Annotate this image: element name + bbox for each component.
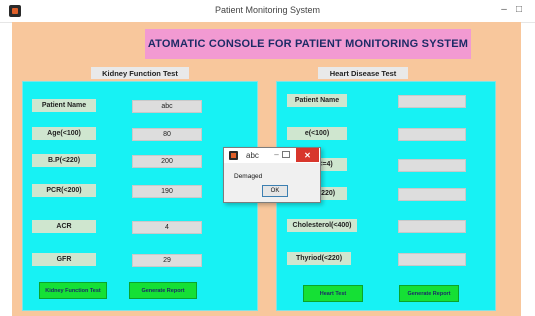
kidney-label-bp: B.P(<220)	[32, 154, 96, 167]
dialog-message: Demaged	[234, 173, 263, 180]
heart-bp-input[interactable]	[398, 188, 466, 201]
kidney-label-patient-name: Patient Name	[32, 99, 96, 112]
heart-label-age: e(<100)	[287, 127, 347, 140]
heart-patient-name-input[interactable]	[398, 95, 466, 108]
window-title: Patient Monitoring System	[214, 5, 321, 15]
heart-pain-input[interactable]	[398, 159, 466, 172]
heart-panel-title: Heart Disease Test	[318, 67, 408, 79]
kidney-gfr-input[interactable]: 29	[132, 254, 202, 267]
minimize-button[interactable]: –	[497, 2, 511, 18]
kidney-label-pcr: PCR(<200)	[32, 184, 96, 197]
heart-label-cholesterol: Cholesterol(<400)	[287, 219, 357, 232]
heart-age-input[interactable]	[398, 128, 466, 141]
page-banner: ATOMATIC CONSOLE FOR PATIENT MONITORING …	[145, 29, 471, 59]
heart-thyriod-input[interactable]	[398, 253, 466, 266]
kidney-generate-report-button[interactable]: Generate Report	[129, 282, 197, 299]
heart-label-thyriod: Thyriod(<220)	[287, 252, 351, 265]
dialog-ok-button[interactable]: OK	[262, 185, 288, 197]
kidney-label-age: Age(<100)	[32, 127, 96, 140]
dialog-title-bar: abc – ✕	[224, 148, 320, 163]
kidney-pcr-input[interactable]: 190	[132, 185, 202, 198]
kidney-function-test-button[interactable]: Kidney Function Test	[39, 282, 107, 299]
dialog-title: abc	[246, 151, 259, 160]
kidney-patient-name-input[interactable]: abc	[132, 100, 202, 113]
kidney-label-gfr: GFR	[32, 253, 96, 266]
kidney-bp-input[interactable]: 200	[132, 155, 202, 168]
kidney-label-acr: ACR	[32, 220, 96, 233]
window-title-bar: Patient Monitoring System – □	[0, 0, 535, 23]
dialog-minimize-button[interactable]: –	[271, 148, 282, 162]
heart-test-button[interactable]: Heart Test	[303, 285, 363, 302]
heart-label-patient-name: Patient Name	[287, 94, 347, 107]
maximize-button[interactable]: □	[512, 2, 526, 18]
kidney-age-input[interactable]: 80	[132, 128, 202, 141]
kidney-acr-input[interactable]: 4	[132, 221, 202, 234]
dialog-close-button[interactable]: ✕	[296, 148, 319, 162]
dialog-maximize-button[interactable]	[282, 151, 290, 158]
kidney-panel-title: Kidney Function Test	[91, 67, 189, 79]
main-canvas: ATOMATIC CONSOLE FOR PATIENT MONITORING …	[12, 22, 521, 316]
heart-generate-report-button[interactable]: Generate Report	[399, 285, 459, 302]
message-dialog: abc – ✕ Demaged OK	[223, 147, 321, 203]
heart-cholesterol-input[interactable]	[398, 220, 466, 233]
dialog-app-icon	[229, 151, 238, 160]
